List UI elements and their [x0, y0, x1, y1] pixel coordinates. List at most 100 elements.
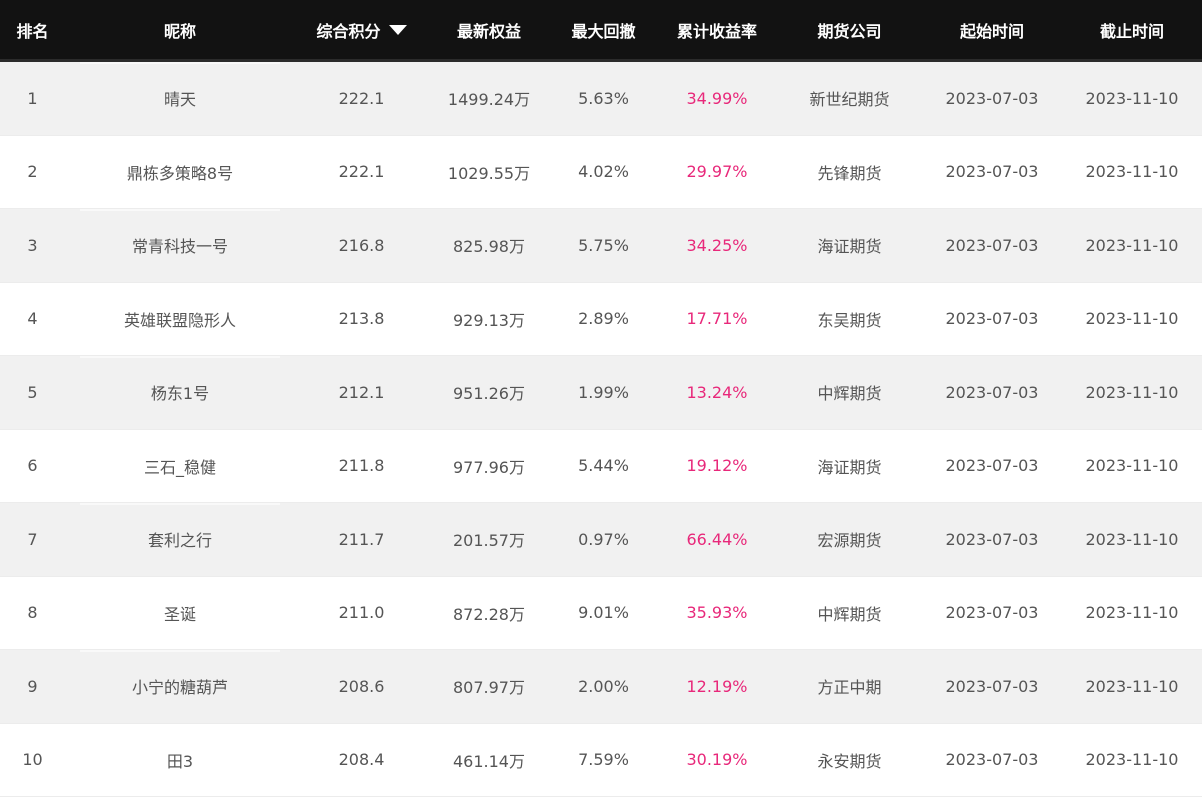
cell-start-date: 2023-07-03: [945, 235, 1039, 255]
table-row[interactable]: 1 晴天 222.1 1499.24万 5.63% 34.99% 新世纪期货 2023-07-…: [0, 62, 1202, 136]
table-row[interactable]: 4 英雄联盟隐形人 213.8 929.13万 2.89% 17.71% 东吴期货 2023-…: [0, 282, 1202, 356]
cell-rank: 7: [27, 529, 38, 549]
cell-start-date: 2023-07-03: [945, 603, 1039, 623]
cell-company: 中辉期货: [817, 604, 882, 624]
cell-return: 34.25%: [686, 235, 748, 255]
header-company[interactable]: 期货公司: [777, 0, 922, 59]
cell-drawdown: 0.97%: [578, 529, 629, 549]
cell-return: 66.44%: [686, 529, 748, 549]
cell-score: 222.1: [338, 88, 385, 108]
cell-rank: 6: [27, 456, 38, 476]
cell-company: 先锋期货: [817, 163, 882, 183]
cell-return: 34.99%: [686, 88, 748, 108]
cell-company: 永安期货: [817, 751, 882, 771]
sort-score-button[interactable]: 综合积分: [316, 18, 407, 42]
cell-drawdown: 2.89%: [578, 309, 629, 329]
table-row[interactable]: 8 圣诞 211.0 872.28万 9.01% 35.93% 中辉期货 2023-07-03…: [0, 576, 1202, 650]
cell-score: 211.0: [338, 603, 385, 623]
table-row[interactable]: 9 小宁的糖葫芦 208.6 807.97万 2.00% 12.19% 方正中期 2023-0…: [0, 650, 1202, 724]
cell-start-date: 2023-07-03: [945, 750, 1039, 770]
cell-drawdown: 5.63%: [578, 88, 629, 108]
cell-rank: 1: [27, 88, 38, 108]
cell-score: 213.8: [338, 309, 385, 329]
cell-rank: 5: [27, 382, 38, 402]
header-rank[interactable]: 排名: [0, 0, 65, 59]
header-end[interactable]: 截止时间: [1062, 0, 1202, 59]
cell-score: 222.1: [338, 162, 385, 182]
cell-start-date: 2023-07-03: [945, 309, 1039, 329]
cell-start-date: 2023-07-03: [945, 676, 1039, 696]
header-nickname[interactable]: 昵称: [65, 0, 295, 59]
ranking-table: 排名 昵称 综合积分 最新权益 最大回撤 累计收益率 期货公司 起始时间 截止时…: [0, 0, 1202, 801]
cell-equity: 201.57万: [453, 531, 525, 551]
triangle-down-icon[interactable]: [388, 24, 407, 35]
cell-rank: 2: [27, 162, 38, 182]
header-equity[interactable]: 最新权益: [428, 0, 550, 59]
cell-score: 216.8: [338, 235, 385, 255]
cell-score: 208.4: [338, 750, 385, 770]
cell-company: 宏源期货: [817, 531, 882, 551]
cell-equity: 1499.24万: [447, 90, 531, 110]
header-score[interactable]: 综合积分: [295, 0, 428, 59]
cell-end-date: 2023-11-10: [1085, 309, 1179, 329]
cell-company: 海证期货: [817, 237, 882, 257]
cell-nickname: 常青科技一号: [65, 209, 295, 282]
cell-equity: 929.13万: [453, 310, 525, 330]
header-return[interactable]: 累计收益率: [657, 0, 777, 59]
cell-equity: 872.28万: [453, 604, 525, 624]
table-row[interactable]: 3 常青科技一号 216.8 825.98万 5.75% 34.25% 海证期货 2023-0…: [0, 209, 1202, 283]
cell-company: 中辉期货: [817, 384, 882, 404]
cell-end-date: 2023-11-10: [1085, 456, 1179, 476]
cell-end-date: 2023-11-10: [1085, 162, 1179, 182]
table-row[interactable]: 5 杨东1号 212.1 951.26万 1.99% 13.24% 中辉期货 2023-07-…: [0, 356, 1202, 430]
cell-rank: 4: [27, 309, 38, 329]
cell-drawdown: 1.99%: [578, 382, 629, 402]
cell-drawdown: 9.01%: [578, 603, 629, 623]
table-row[interactable]: 6 三石_稳健 211.8 977.96万 5.44% 19.12% 海证期货 2023-07…: [0, 429, 1202, 503]
cell-score: 208.6: [338, 676, 385, 696]
cell-nickname: 圣诞: [65, 576, 295, 650]
cell-end-date: 2023-11-10: [1085, 382, 1179, 402]
cell-nickname: 晴天: [65, 62, 295, 135]
cell-nickname: 套利之行: [65, 503, 295, 576]
cell-equity: 1029.55万: [447, 163, 531, 183]
cell-equity: 825.98万: [453, 237, 525, 257]
table-body: 1 晴天 222.1 1499.24万 5.63% 34.99% 新世纪期货 2023-07-…: [0, 62, 1202, 797]
cell-return: 12.19%: [686, 676, 748, 696]
cell-company: 东吴期货: [817, 310, 882, 330]
cell-drawdown: 4.02%: [578, 162, 629, 182]
cell-start-date: 2023-07-03: [945, 529, 1039, 549]
table-row[interactable]: 10 田3 208.4 461.14万 7.59% 30.19% 永安期货 2023-07-0…: [0, 723, 1202, 797]
cell-equity: 951.26万: [453, 384, 525, 404]
cell-company: 方正中期: [817, 678, 882, 698]
cell-start-date: 2023-07-03: [945, 456, 1039, 476]
cell-end-date: 2023-11-10: [1085, 88, 1179, 108]
cell-nickname: 小宁的糖葫芦: [65, 650, 295, 723]
cell-drawdown: 2.00%: [578, 676, 629, 696]
cell-end-date: 2023-11-10: [1085, 529, 1179, 549]
cell-company: 新世纪期货: [809, 90, 890, 110]
table-row[interactable]: 2 鼎栋多策略8号 222.1 1029.55万 4.02% 29.97% 先锋期货 2023…: [0, 135, 1202, 209]
cell-score: 211.8: [338, 456, 385, 476]
cell-score: 211.7: [338, 529, 385, 549]
cell-drawdown: 7.59%: [578, 750, 629, 770]
cell-return: 30.19%: [686, 750, 748, 770]
header-start[interactable]: 起始时间: [922, 0, 1062, 59]
cell-equity: 807.97万: [453, 678, 525, 698]
cell-rank: 10: [22, 750, 43, 770]
cell-nickname: 鼎栋多策略8号: [65, 135, 295, 209]
header-score-label: 综合积分: [316, 21, 381, 41]
cell-return: 17.71%: [686, 309, 748, 329]
table-row[interactable]: 7 套利之行 211.7 201.57万 0.97% 66.44% 宏源期货 2023-07-…: [0, 503, 1202, 577]
cell-return: 19.12%: [686, 456, 748, 476]
cell-end-date: 2023-11-10: [1085, 676, 1179, 696]
cell-start-date: 2023-07-03: [945, 382, 1039, 402]
cell-nickname: 田3: [65, 723, 295, 797]
cell-nickname: 英雄联盟隐形人: [65, 282, 295, 356]
cell-equity: 977.96万: [453, 457, 525, 477]
cell-company: 海证期货: [817, 457, 882, 477]
cell-rank: 8: [27, 603, 38, 623]
cell-nickname: 杨东1号: [65, 356, 295, 429]
header-drawdown[interactable]: 最大回撤: [550, 0, 657, 59]
cell-return: 13.24%: [686, 382, 748, 402]
